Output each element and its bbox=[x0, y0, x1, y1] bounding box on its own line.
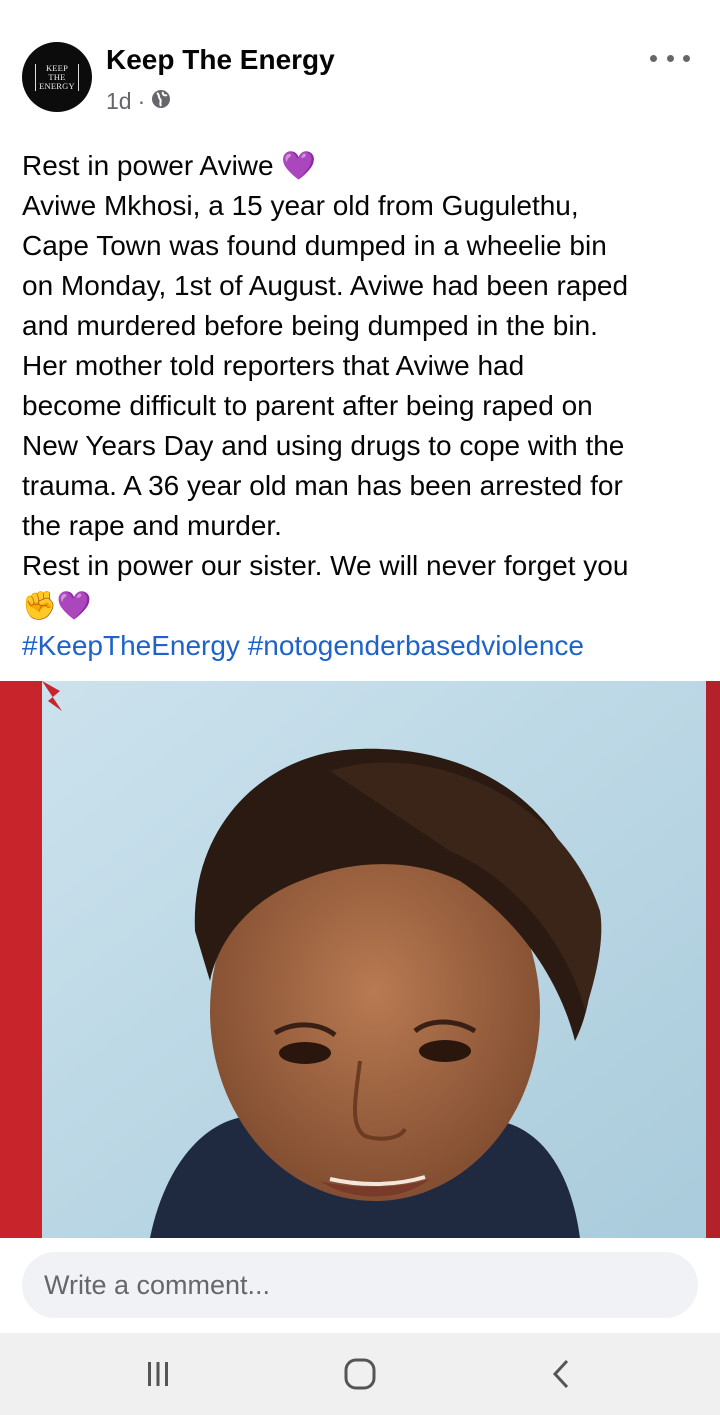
system-nav-bar bbox=[0, 1333, 720, 1415]
post-line: become difficult to parent after being r… bbox=[22, 390, 593, 421]
portrait-illustration bbox=[0, 681, 720, 1238]
post-meta: 1d · bbox=[106, 88, 171, 115]
post-line: Aviwe Mkhosi, a 15 year old from Gugulet… bbox=[22, 190, 579, 221]
page-name[interactable]: Keep The Energy bbox=[106, 44, 335, 76]
emoji-line: ✊💜 bbox=[22, 586, 702, 626]
comment-input[interactable]: Write a comment... bbox=[22, 1252, 698, 1318]
post-text: Rest in power Aviwe 💜 Aviwe Mkhosi, a 15… bbox=[22, 146, 702, 666]
home-icon[interactable] bbox=[330, 1351, 390, 1397]
post-line: Rest in power Aviwe 💜 bbox=[22, 150, 317, 181]
more-options-button[interactable] bbox=[650, 46, 690, 70]
comment-bar: Write a comment... bbox=[0, 1238, 720, 1333]
more-dot bbox=[666, 54, 674, 62]
recents-icon[interactable] bbox=[128, 1351, 188, 1397]
post-line: on Monday, 1st of August. Aviwe had been… bbox=[22, 270, 629, 301]
post-time[interactable]: 1d bbox=[106, 88, 132, 115]
globe-icon bbox=[151, 88, 171, 115]
page-avatar[interactable]: KEEP THE ENERGY bbox=[22, 42, 92, 112]
meta-separator: · bbox=[137, 88, 146, 114]
avatar-logo: KEEP THE ENERGY bbox=[35, 63, 79, 91]
post-line: Rest in power our sister. We will never … bbox=[22, 550, 629, 581]
post-photo[interactable] bbox=[0, 681, 720, 1238]
post-line: the rape and murder. bbox=[22, 510, 282, 541]
raised-fist-emoji: ✊ bbox=[22, 590, 57, 621]
back-icon[interactable] bbox=[532, 1351, 592, 1397]
more-dot bbox=[650, 54, 657, 62]
post-header: KEEP THE ENERGY Keep The Energy 1d · bbox=[0, 0, 720, 140]
purple-heart-emoji: 💜 bbox=[281, 150, 317, 181]
more-dot bbox=[683, 54, 690, 62]
purple-heart-emoji: 💜 bbox=[56, 590, 92, 621]
post-line: Her mother told reporters that Aviwe had bbox=[22, 350, 525, 381]
post-line: Cape Town was found dumped in a wheelie … bbox=[22, 230, 607, 261]
post-line: trauma. A 36 year old man has been arres… bbox=[22, 470, 623, 501]
hashtags[interactable]: #KeepTheEnergy #notogenderbasedviolence bbox=[22, 626, 702, 666]
post-line: and murdered before being dumped in the … bbox=[22, 310, 598, 341]
post-line: New Years Day and using drugs to cope wi… bbox=[22, 430, 625, 461]
